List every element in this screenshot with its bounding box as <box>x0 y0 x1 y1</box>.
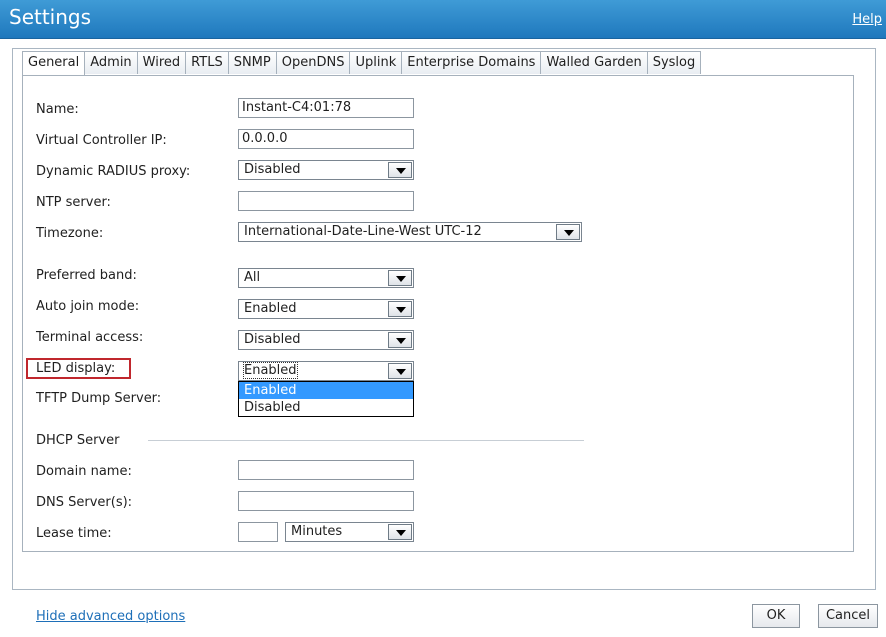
lease-unit-value: Minutes <box>291 524 343 539</box>
tab-general[interactable]: General <box>22 51 86 76</box>
chevron-down-icon[interactable] <box>388 332 412 348</box>
domain-name-label: Domain name: <box>36 464 132 479</box>
led-option-enabled[interactable]: Enabled <box>239 382 413 399</box>
preferred-band-select[interactable]: All <box>238 268 414 288</box>
preferred-band-value: All <box>244 270 261 285</box>
terminal-access-label: Terminal access: <box>36 330 144 345</box>
chevron-down-icon[interactable] <box>388 301 412 317</box>
timezone-label: Timezone: <box>36 226 104 241</box>
led-option-disabled[interactable]: Disabled <box>239 399 413 416</box>
chevron-down-icon[interactable] <box>556 224 580 240</box>
hide-advanced-link[interactable]: Hide advanced options <box>36 609 185 624</box>
domain-name-input[interactable] <box>238 460 414 480</box>
auto-join-select[interactable]: Enabled <box>238 299 414 319</box>
help-link[interactable]: Help <box>852 12 882 27</box>
radius-proxy-value: Disabled <box>244 162 301 177</box>
tab-snmp[interactable]: SNMP <box>228 51 277 74</box>
terminal-access-select[interactable]: Disabled <box>238 330 414 350</box>
auto-join-value: Enabled <box>244 301 297 316</box>
lease-unit-select[interactable]: Minutes <box>285 522 414 542</box>
chevron-down-icon[interactable] <box>388 162 412 178</box>
tab-walled-garden[interactable]: Walled Garden <box>541 51 648 74</box>
name-label: Name: <box>36 102 79 117</box>
ntp-label: NTP server: <box>36 195 111 210</box>
lease-time-label: Lease time: <box>36 526 112 541</box>
ntp-input[interactable] <box>238 191 414 211</box>
tab-opendns[interactable]: OpenDNS <box>276 51 351 74</box>
tab-wired[interactable]: Wired <box>137 51 187 74</box>
tab-admin[interactable]: Admin <box>85 51 138 74</box>
terminal-access-value: Disabled <box>244 332 301 347</box>
led-display-label: LED display: <box>36 361 116 376</box>
timezone-value: International-Date-Line-West UTC-12 <box>244 224 482 239</box>
title-bar: Settings Help <box>0 0 886 39</box>
led-display-value: Enabled <box>243 362 298 379</box>
lease-time-input[interactable] <box>238 522 278 542</box>
tab-syslog[interactable]: Syslog <box>647 51 702 74</box>
tab-enterprise-domains[interactable]: Enterprise Domains <box>402 51 542 74</box>
dns-servers-input[interactable] <box>238 491 414 511</box>
dhcp-divider <box>148 440 584 441</box>
ok-button[interactable]: OK <box>752 604 800 628</box>
tftp-label: TFTP Dump Server: <box>36 391 162 406</box>
tab-rtls[interactable]: RTLS <box>186 51 229 74</box>
radius-proxy-select[interactable]: Disabled <box>238 160 414 180</box>
auto-join-label: Auto join mode: <box>36 299 140 314</box>
chevron-down-icon[interactable] <box>388 363 412 379</box>
cancel-button[interactable]: Cancel <box>818 604 878 628</box>
vc-ip-input[interactable]: 0.0.0.0 <box>238 129 414 149</box>
chevron-down-icon[interactable] <box>388 270 412 286</box>
timezone-select[interactable]: International-Date-Line-West UTC-12 <box>238 222 582 242</box>
chevron-down-icon[interactable] <box>388 524 412 540</box>
radius-proxy-label: Dynamic RADIUS proxy: <box>36 164 191 179</box>
led-display-dropdown: Enabled Disabled <box>238 381 414 417</box>
vc-ip-label: Virtual Controller IP: <box>36 133 167 148</box>
window-title: Settings <box>9 5 92 29</box>
dhcp-section-title: DHCP Server <box>36 433 120 448</box>
preferred-band-label: Preferred band: <box>36 268 137 283</box>
dns-servers-label: DNS Server(s): <box>36 495 133 510</box>
led-display-select[interactable]: Enabled <box>238 361 414 381</box>
tab-uplink[interactable]: Uplink <box>350 51 403 74</box>
tab-bar: General Admin Wired RTLS SNMP OpenDNS Up… <box>22 51 702 76</box>
name-input[interactable]: Instant-C4:01:78 <box>238 98 414 118</box>
